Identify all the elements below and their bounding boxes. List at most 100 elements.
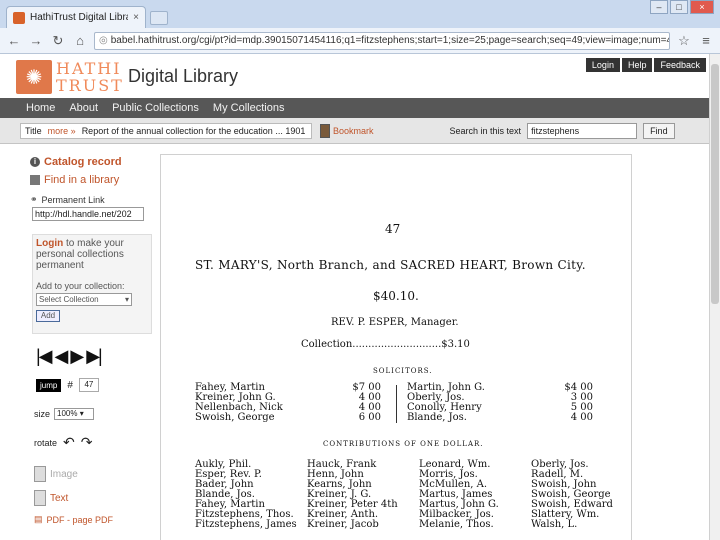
parish-total: $40.10.	[373, 289, 419, 303]
search-in-text-label: Search in this text	[449, 125, 522, 136]
right-gutter	[633, 144, 709, 540]
rotate-left-icon[interactable]: ↶	[63, 434, 75, 451]
collection-line: Collection............................$3…	[301, 339, 470, 350]
catalog-record-link[interactable]: i Catalog record	[30, 156, 122, 168]
find-in-library-label: Find in a library	[44, 174, 120, 186]
close-window-icon[interactable]: ×	[690, 0, 714, 14]
contributions-column: Oberly, Jos. Radell, M. Swoish, John Swo…	[531, 460, 629, 530]
contributions-title: CONTRIBUTIONS OF ONE DOLLAR.	[323, 440, 484, 448]
main-nav: Home About Public Collections My Collect…	[0, 98, 720, 118]
rotate-label: rotate	[34, 437, 58, 448]
collection-select-value: Select Collection	[39, 295, 99, 304]
permanent-link-label: ⚭ Permanent Link	[30, 194, 105, 205]
globe-icon: ◎	[99, 34, 108, 46]
help-link[interactable]: Help	[621, 58, 653, 72]
size-label: size	[34, 409, 51, 419]
bookmark-button[interactable]: Bookmark	[320, 123, 374, 138]
previous-page-icon[interactable]: ◀	[55, 346, 69, 367]
reload-icon[interactable]: ↻	[50, 33, 66, 49]
solicitor-amount: 4 00	[570, 412, 593, 423]
nav-public-collections[interactable]: Public Collections	[112, 102, 199, 114]
info-icon: i	[30, 157, 40, 167]
address-bar: ← → ↻ ⌂ ◎ babel.hathitrust.org/cgi/pt?id=…	[0, 28, 720, 54]
logo-line-2: TRUST	[56, 76, 124, 95]
back-arrow-icon[interactable]: ←	[6, 33, 22, 49]
hathitrust-logo-icon[interactable]: ✺	[16, 60, 52, 94]
jump-button[interactable]: jump	[36, 378, 62, 392]
parish-heading: ST. MARY'S, North Branch, and SACRED HEA…	[195, 258, 586, 272]
image-view-option[interactable]: Image	[34, 466, 78, 482]
find-in-library-link[interactable]: Find in a library	[30, 174, 119, 186]
close-tab-icon[interactable]: ×	[133, 12, 139, 23]
hash-label: #	[67, 379, 73, 391]
logo-wordmark[interactable]: HATHI TRUST	[56, 60, 124, 94]
solicitor-amount: 6 00	[358, 412, 381, 423]
site-title: Digital Library	[128, 66, 239, 86]
size-select[interactable]: 100% ▾	[54, 408, 95, 420]
bookmark-icon	[320, 123, 330, 138]
nav-about[interactable]: About	[69, 102, 98, 114]
permanent-link-field[interactable]: http://hdl.handle.net/202	[32, 207, 144, 221]
text-view-option[interactable]: Text	[34, 490, 68, 506]
rotate-control: rotate ↶ ↷	[34, 434, 92, 451]
collection-login-link[interactable]: Login	[36, 238, 63, 249]
scrollbar-thumb[interactable]	[711, 64, 719, 304]
contributor-name: Melanie, Thos.	[419, 519, 494, 530]
pdf-label: PDF - page PDF	[46, 514, 114, 525]
add-collection-button[interactable]: Add	[36, 310, 60, 322]
more-link[interactable]: more »	[48, 126, 76, 136]
next-page-icon[interactable]: ▶	[70, 346, 84, 367]
browser-menu-icon[interactable]: ≡	[698, 33, 714, 49]
contributions-column: Aukly, Phil. Esper, Rev. P. Bader, John …	[195, 460, 297, 530]
hathitrust-favicon-icon	[13, 11, 25, 24]
solicitor-name: Blande, Jos.	[407, 412, 467, 423]
image-view-icon	[34, 466, 46, 482]
chevron-down-icon: ▾	[124, 295, 129, 304]
login-prompt: Login to make your personal collections …	[36, 238, 148, 271]
link-icon: ⚭	[30, 194, 38, 204]
url-field[interactable]: ◎ babel.hathitrust.org/cgi/pt?id=mdp.3901…	[94, 31, 670, 50]
jump-to-page: jump # 47	[36, 378, 99, 392]
home-icon[interactable]: ⌂	[72, 33, 88, 49]
page-navigation: |◀ ◀ ▶ ▶|	[36, 346, 103, 367]
image-view-label: Image	[50, 468, 78, 480]
page-number: 47	[385, 222, 401, 236]
minimize-icon[interactable]: –	[650, 0, 668, 14]
solicitors-left-column: Fahey, Martin $7 00 Kreiner, John G. 4 00 …	[195, 383, 381, 423]
feedback-link[interactable]: Feedback	[654, 58, 706, 72]
forward-arrow-icon[interactable]: →	[28, 33, 44, 49]
logo-line-1: HATHI	[56, 59, 122, 78]
size-value: 100%	[57, 409, 78, 418]
site-header: ✺ HATHI TRUST Digital Library Login Help…	[0, 54, 720, 98]
maximize-icon[interactable]: □	[670, 0, 688, 14]
nav-home[interactable]: Home	[26, 102, 55, 114]
browser-tab-bar: HathiTrust Digital Library - × – □ ×	[0, 0, 720, 28]
sidebar: i Catalog record Find in a library ⚭ Per…	[30, 150, 160, 540]
permanent-link-text: Permanent Link	[41, 194, 105, 205]
first-page-icon[interactable]: |◀	[36, 346, 52, 367]
browser-tab[interactable]: HathiTrust Digital Library - ×	[6, 6, 146, 28]
nav-my-collections[interactable]: My Collections	[213, 102, 285, 114]
last-page-icon[interactable]: ▶|	[86, 346, 102, 367]
find-button[interactable]: Find	[643, 122, 675, 139]
solicitor-name: Swoish, George	[195, 412, 275, 423]
contributions-column: Leonard, Wm. Morris, Jos. McMullen, A. M…	[419, 460, 517, 530]
rotate-right-icon[interactable]: ↷	[81, 434, 93, 451]
column-divider	[396, 385, 397, 423]
bookmark-star-icon[interactable]: ☆	[676, 33, 692, 49]
solicitor-row: Swoish, George 6 00	[195, 413, 381, 423]
login-link[interactable]: Login	[585, 58, 620, 72]
book-icon	[30, 175, 40, 185]
contributions-column: Hauck, Frank Henn, John Kearns, John Kre…	[307, 460, 405, 530]
page-scrollbar[interactable]	[709, 54, 720, 540]
search-in-text-input[interactable]: fitzstephens	[527, 122, 638, 139]
pdf-download-option[interactable]: ▤ PDF - page PDF	[34, 514, 113, 525]
collection-select[interactable]: Select Collection ▾	[36, 293, 132, 306]
window-controls: – □ ×	[650, 0, 714, 14]
add-to-collection-label: Add to your collection:	[36, 281, 125, 291]
top-links: Login Help Feedback	[585, 58, 706, 72]
collection-box: Login to make your personal collections …	[32, 234, 152, 334]
new-tab-button[interactable]	[150, 11, 168, 25]
page-number-input[interactable]: 47	[78, 378, 99, 392]
solicitor-row: Blande, Jos. 4 00	[407, 413, 593, 423]
